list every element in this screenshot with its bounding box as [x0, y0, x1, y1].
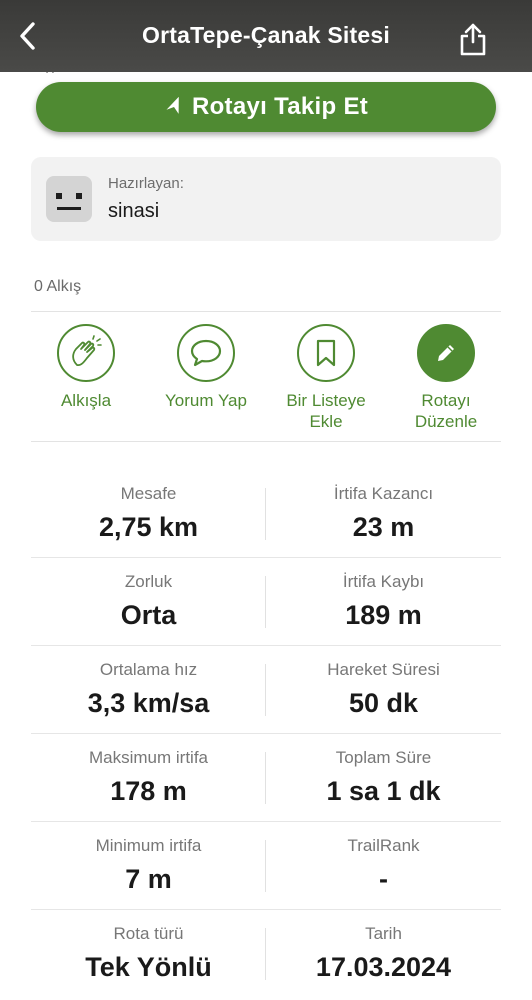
edit-route-button[interactable]: Rotayı Düzenle: [386, 324, 506, 434]
stat-route-type: Rota türü Tek Yönlü: [31, 910, 266, 998]
stat-label: Mesafe: [120, 484, 177, 503]
stat-row: Maksimum irtifa 178 m Toplam Süre 1 sa 1…: [31, 734, 501, 822]
stat-label: Toplam Süre: [335, 748, 432, 767]
clap-circle: [57, 324, 115, 382]
stat-total-time: Toplam Süre 1 sa 1 dk: [266, 734, 501, 821]
stat-value: 23 m: [352, 512, 415, 542]
share-button[interactable]: [456, 22, 490, 56]
chevron-left-icon: [20, 22, 35, 50]
clap-hands-icon: [72, 335, 102, 367]
page-title: OrtaTepe-Çanak Sitesi: [142, 21, 390, 48]
avatar: [46, 176, 92, 222]
stat-row: Ortalama hız 3,3 km/sa Hareket Süresi 50…: [31, 646, 501, 734]
clap-button[interactable]: Alkışla: [26, 324, 146, 434]
comment-label: Yorum Yap: [165, 391, 247, 410]
follow-route-button[interactable]: Rotayı Takip Et: [36, 82, 496, 132]
stat-value: -: [379, 864, 388, 894]
claps-count: 0 Alkış: [34, 278, 82, 295]
bookmark-icon: [316, 339, 336, 367]
stat-value: Orta: [120, 600, 177, 630]
stat-row: Rota türü Tek Yönlü Tarih 17.03.2024: [31, 910, 501, 998]
comment-button[interactable]: Yorum Yap: [146, 324, 266, 434]
stat-value: 1 sa 1 dk: [326, 776, 441, 806]
action-bar: Alkışla Yorum Yap Bir Listeye Ekle Rotay…: [26, 324, 506, 434]
stat-trailrank: TrailRank -: [266, 822, 501, 909]
author-name[interactable]: sinasi: [108, 200, 159, 223]
stat-label: Maksimum irtifa: [88, 748, 208, 767]
robot-face-icon: [56, 193, 82, 210]
author-card[interactable]: Hazırlayan: sinasi: [31, 157, 501, 241]
stat-elevation-loss: İrtifa Kaybı 189 m: [266, 558, 501, 645]
clap-label: Alkışla: [60, 391, 112, 410]
add-to-list-label: Bir Listeye Ekle: [286, 391, 366, 431]
stat-elevation-gain: İrtifa Kazancı 23 m: [266, 470, 501, 557]
stat-value: 189 m: [345, 600, 422, 630]
navigation-arrow-icon: [166, 97, 179, 114]
stat-value: 178 m: [110, 776, 187, 806]
stat-value: 3,3 km/sa: [87, 688, 210, 718]
stat-average-speed: Ortalama hız 3,3 km/sa: [31, 646, 266, 733]
stat-row: Minimum irtifa 7 m TrailRank -: [31, 822, 501, 910]
stat-row: Mesafe 2,75 km İrtifa Kazancı 23 m: [31, 470, 501, 558]
edit-route-circle: [417, 324, 475, 382]
stat-label: Hareket Süresi: [327, 660, 440, 679]
prepared-by-label: Hazırlayan:: [108, 175, 184, 192]
stat-label: İrtifa Kaybı: [342, 572, 425, 591]
stat-label: Ortalama hız: [99, 660, 198, 679]
stat-label: Tarih: [365, 924, 402, 943]
edit-route-label: Rotayı Düzenle: [414, 391, 478, 431]
stat-difficulty: Zorluk Orta: [31, 558, 266, 645]
divider: [31, 441, 501, 442]
stat-label: TrailRank: [347, 836, 420, 855]
stat-value: 17.03.2024: [315, 952, 452, 982]
stat-value: Tek Yönlü: [85, 952, 212, 982]
stat-distance: Mesafe 2,75 km: [31, 470, 266, 557]
share-icon: [460, 23, 486, 56]
stat-moving-time: Hareket Süresi 50 dk: [266, 646, 501, 733]
stat-label: Zorluk: [124, 572, 173, 591]
stat-date: Tarih 17.03.2024: [266, 910, 501, 998]
stat-label: Minimum irtifa: [95, 836, 202, 855]
stat-value: 2,75 km: [98, 512, 199, 542]
divider: [31, 311, 501, 312]
stat-label: Rota türü: [113, 924, 184, 943]
back-button[interactable]: [12, 20, 44, 52]
stat-row: Zorluk Orta İrtifa Kaybı 189 m: [31, 558, 501, 646]
speech-bubble-icon: [190, 339, 222, 367]
comment-circle: [177, 324, 235, 382]
stat-value: 50 dk: [348, 688, 419, 718]
add-to-list-circle: [297, 324, 355, 382]
stat-label: İrtifa Kazancı: [333, 484, 434, 503]
follow-route-label: Rotayı Takip Et: [191, 93, 369, 120]
stat-min-elevation: Minimum irtifa 7 m: [31, 822, 266, 909]
stat-value: 7 m: [125, 864, 172, 894]
pencil-icon: [438, 345, 454, 361]
route-stats: Mesafe 2,75 km İrtifa Kazancı 23 m Zorlu…: [31, 470, 501, 998]
add-to-list-button[interactable]: Bir Listeye Ekle: [266, 324, 386, 434]
top-bar: OrtaTepe-Çanak Sitesi: [0, 0, 532, 72]
stat-max-elevation: Maksimum irtifa 178 m: [31, 734, 266, 821]
